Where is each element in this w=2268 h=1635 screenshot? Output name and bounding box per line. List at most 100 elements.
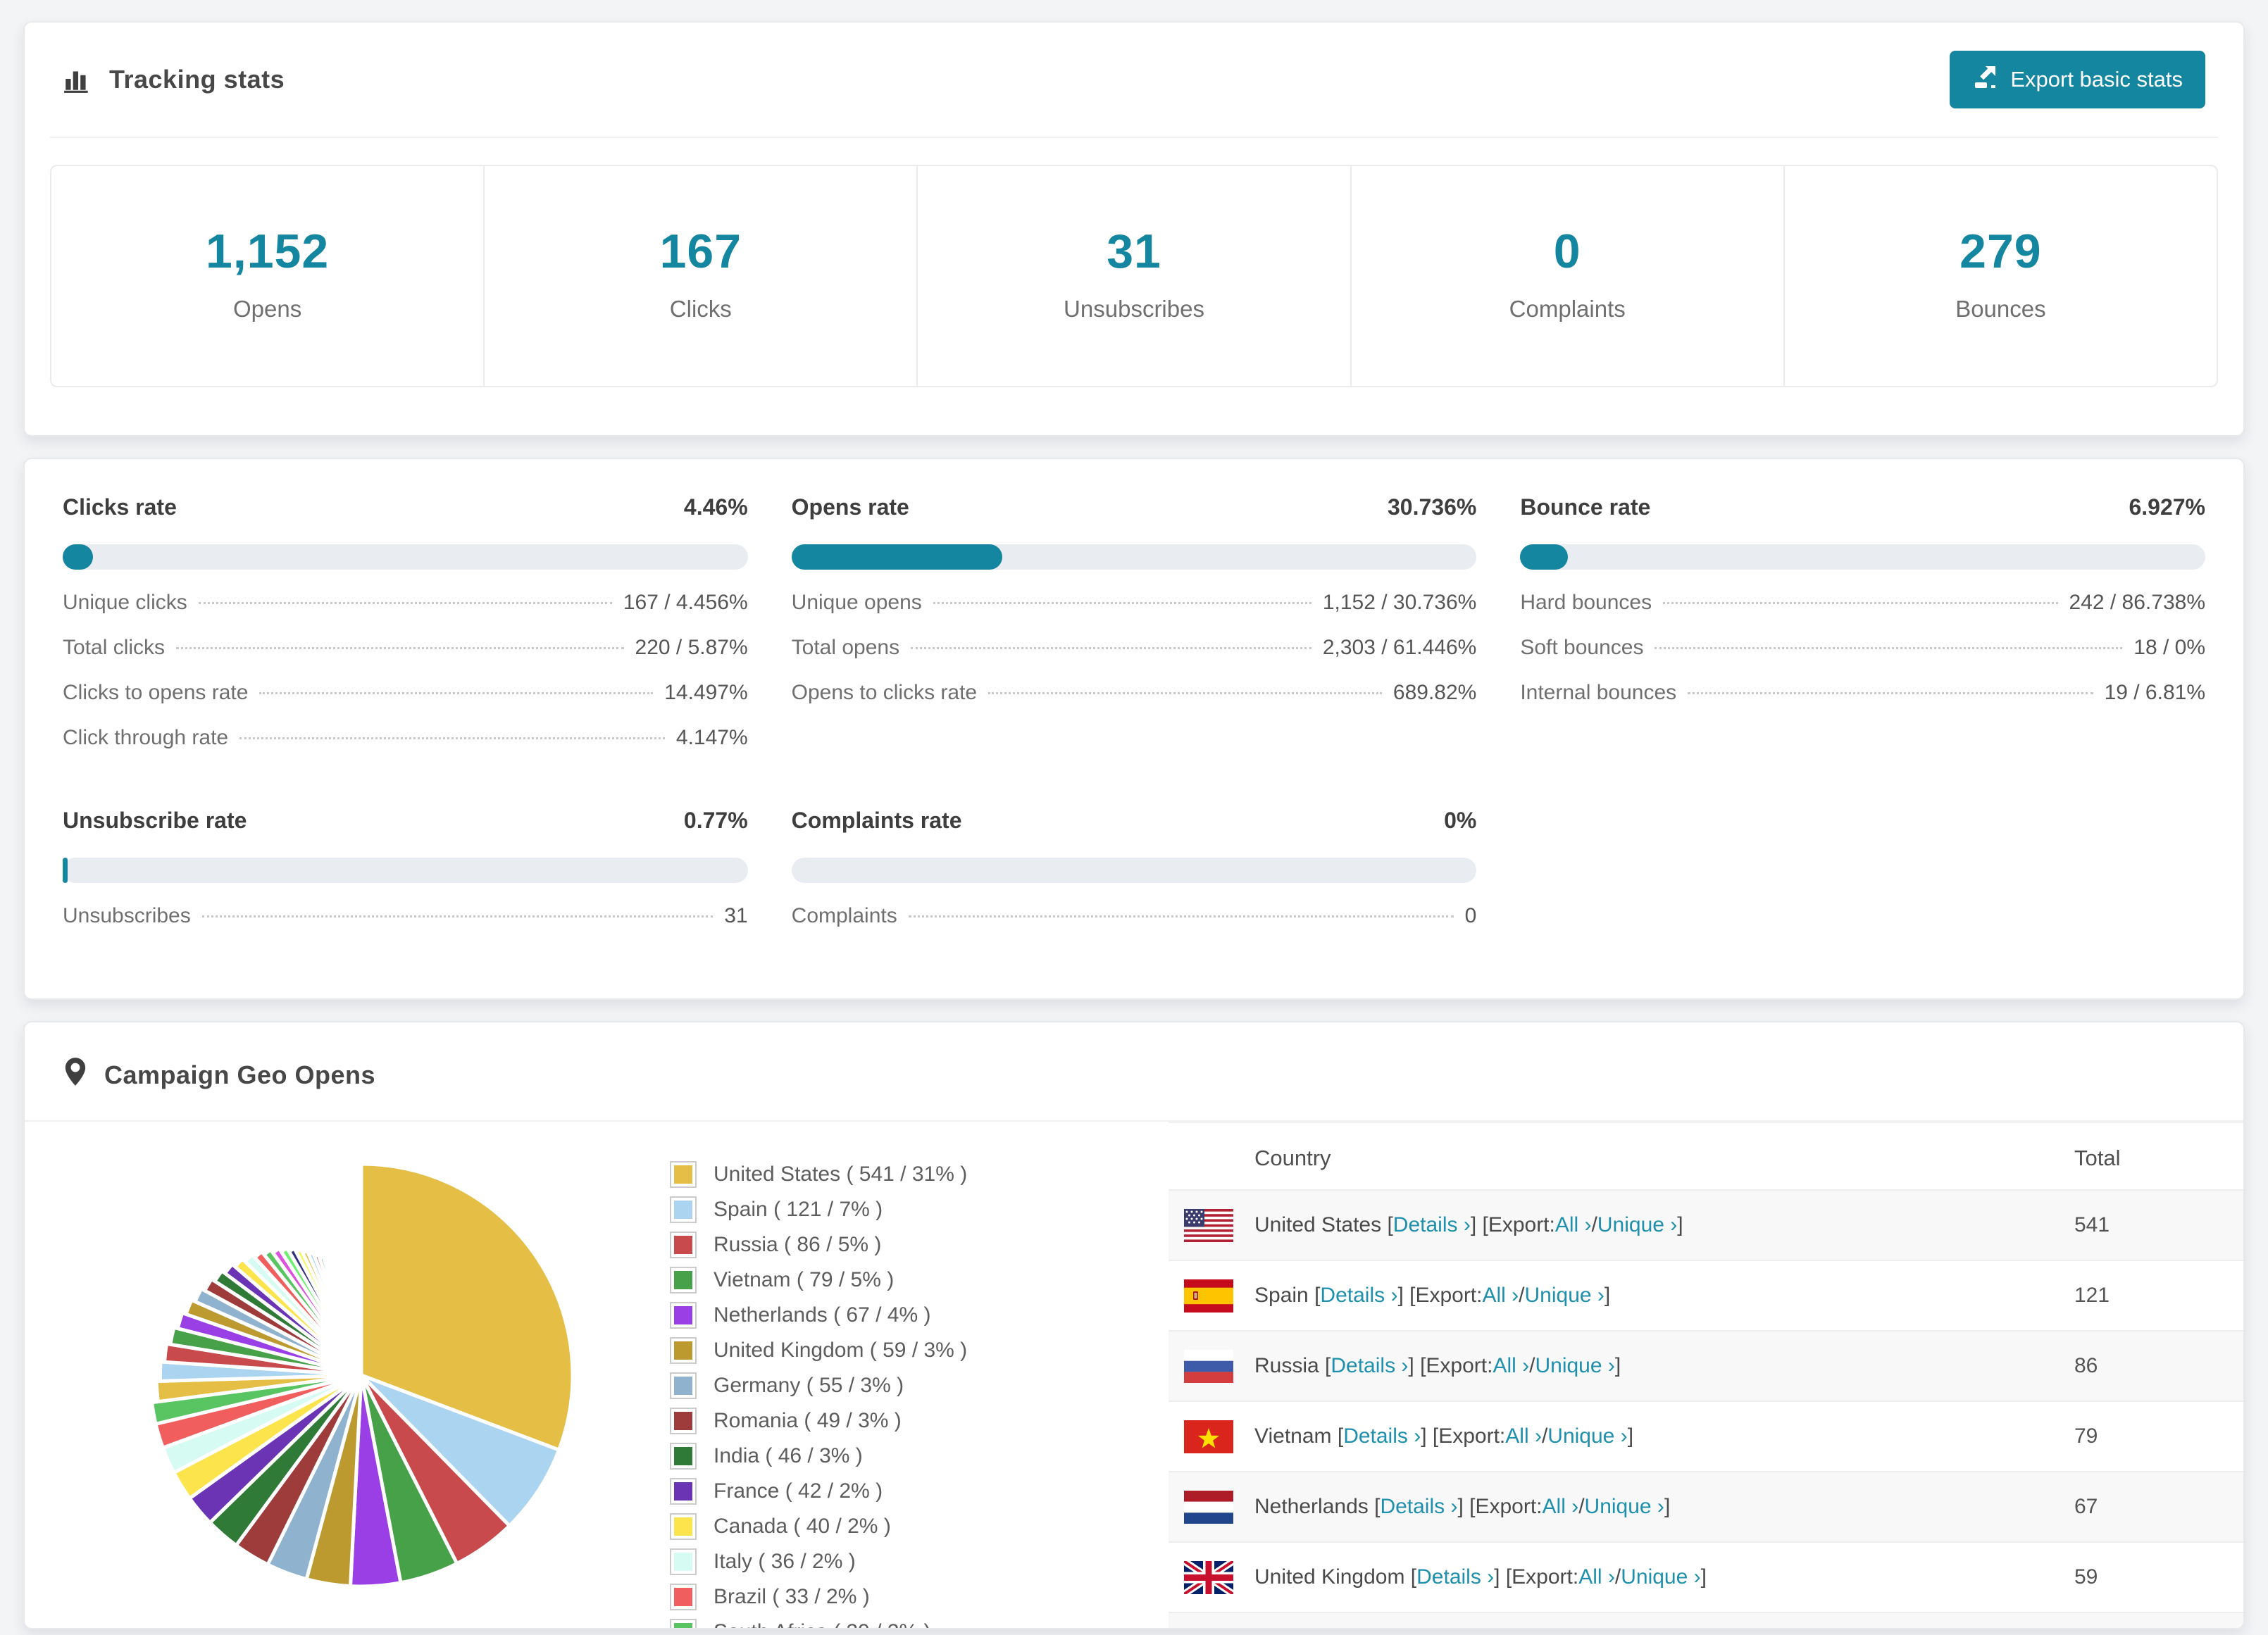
bar-chart-icon	[63, 65, 92, 94]
export-all-link[interactable]: All ›	[1555, 1213, 1592, 1237]
geo-row-total-cell: 79	[2074, 1424, 2243, 1448]
rate-block-opens-rate: Opens rate30.736% Unique opens1,152 / 30.…	[792, 494, 1477, 750]
legend-item-germany: Germany ( 55 / 3% )	[670, 1372, 1101, 1399]
details-link[interactable]: Details ›	[1343, 1424, 1421, 1448]
legend-item-vietnam: Vietnam ( 79 / 5% )	[670, 1267, 1101, 1293]
rate-row-value: 2,303 / 61.446%	[1323, 636, 1477, 660]
rate-rows: Unsubscribes31	[63, 904, 748, 928]
rate-row: Click through rate4.147%	[63, 726, 748, 750]
rate-block-clicks-rate: Clicks rate4.46% Unique clicks167 / 4.456…	[63, 494, 748, 750]
legend-item-india: India ( 46 / 3% )	[670, 1443, 1101, 1470]
tracking-stats-title: Tracking stats	[63, 65, 285, 94]
geo-row-country-cell: Vietnam [Details ›] [Export: All › / Uni…	[1169, 1420, 2074, 1453]
rate-block-head: Complaints rate0%	[792, 808, 1477, 834]
rate-row: Clicks to opens rate14.497%	[63, 681, 748, 705]
details-link[interactable]: Details ›	[1393, 1213, 1471, 1237]
vn-flag-icon	[1184, 1420, 1233, 1453]
legend-swatch	[670, 1443, 697, 1470]
export-all-link[interactable]: All ›	[1543, 1495, 1579, 1519]
rate-row: Unique opens1,152 / 30.736%	[792, 591, 1477, 615]
rate-row-label: Total clicks	[63, 636, 165, 660]
rate-progress-fill	[63, 544, 93, 570]
rate-row: Soft bounces18 / 0%	[1520, 636, 2205, 660]
legend-swatch	[670, 1372, 697, 1399]
geo-table-row-de: Germany [Details ›] [Export: All › / Uni…	[1169, 1612, 2243, 1629]
summary-stat-value: 167	[485, 224, 916, 279]
export-basic-stats-button[interactable]: Export basic stats	[1950, 51, 2205, 108]
legend-swatch	[670, 1548, 697, 1575]
details-link[interactable]: Details ›	[1416, 1565, 1494, 1589]
rate-progress-track	[1520, 544, 2205, 570]
rate-rows: Unique opens1,152 / 30.736%Total opens2,…	[792, 591, 1477, 705]
legend-label: Brazil ( 33 / 2% )	[714, 1585, 870, 1609]
legend-swatch	[670, 1196, 697, 1223]
summary-stat-value: 279	[1785, 224, 2217, 279]
rate-block-complaints-rate: Complaints rate0% Complaints0	[792, 808, 1477, 928]
rate-block-value: 0.77%	[684, 808, 748, 834]
tracking-stats-card: Tracking stats Export basic stats 1,152O…	[23, 21, 2245, 437]
legend-item-canada: Canada ( 40 / 2% )	[670, 1513, 1101, 1540]
rate-row-leader	[239, 737, 665, 739]
rate-block-value: 30.736%	[1388, 494, 1476, 520]
export-all-link[interactable]: All ›	[1505, 1424, 1542, 1448]
details-link[interactable]: Details ›	[1380, 1495, 1457, 1519]
rates-grid-bottom: Unsubscribe rate 0.77% Unsubscribes31 Compl…	[50, 808, 2218, 928]
summary-stat-clicks: 167Clicks	[483, 166, 916, 386]
rate-row-label: Opens to clicks rate	[792, 681, 977, 705]
export-icon	[1972, 64, 1998, 95]
rate-row-label: Click through rate	[63, 726, 228, 750]
geo-row-total-cell: 59	[2074, 1565, 2243, 1589]
geo-header: Campaign Geo Opens	[25, 1022, 2243, 1120]
details-link[interactable]: Details ›	[1331, 1354, 1408, 1378]
gb-flag-icon	[1184, 1561, 1233, 1594]
export-unique-link[interactable]: Unique ›	[1525, 1284, 1605, 1308]
tracking-stats-header: Tracking stats Export basic stats	[50, 23, 2218, 137]
rate-row-value: 31	[724, 904, 747, 928]
rate-block-title: Unsubscribe rate	[63, 808, 247, 834]
geo-row-country-cell: United States [Details ›] [Export: All ›…	[1169, 1209, 2074, 1242]
summary-stat-value: 1,152	[51, 224, 483, 279]
geo-table-row-es: Spain [Details ›] [Export: All › / Uniqu…	[1169, 1260, 2243, 1330]
summary-stat-complaints: 0Complaints	[1350, 166, 1783, 386]
rate-block-head: Opens rate30.736%	[792, 494, 1477, 520]
rate-row: Total clicks220 / 5.87%	[63, 636, 748, 660]
summary-stat-label: Unsubscribes	[918, 296, 1350, 322]
export-unique-link[interactable]: Unique ›	[1547, 1424, 1627, 1448]
rate-block-unsubscribe-rate: Unsubscribe rate 0.77% Unsubscribes31	[63, 808, 748, 928]
export-unique-link[interactable]: Unique ›	[1597, 1213, 1677, 1237]
rate-row-value: 19 / 6.81%	[2105, 681, 2205, 705]
rate-row-value: 0	[1465, 904, 1477, 928]
rate-row-label: Hard bounces	[1520, 591, 1652, 615]
rate-block-head: Clicks rate4.46%	[63, 494, 748, 520]
rate-block-head: Unsubscribe rate 0.77%	[63, 808, 748, 834]
legend-label: United States ( 541 / 31% )	[714, 1163, 967, 1186]
geo-row-country-cell: United Kingdom [Details ›] [Export: All …	[1169, 1561, 2074, 1594]
rate-row: Complaints0	[792, 904, 1477, 928]
rate-row-leader	[176, 647, 623, 649]
legend-label: South Africa ( 29 / 2% )	[714, 1620, 930, 1629]
rate-row-value: 167 / 4.456%	[623, 591, 748, 615]
export-button-label: Export basic stats	[2010, 67, 2183, 92]
rate-row: Internal bounces19 / 6.81%	[1520, 681, 2205, 705]
geo-row-country-cell: Spain [Details ›] [Export: All › / Uniqu…	[1169, 1279, 2074, 1313]
es-flag-icon	[1184, 1279, 1233, 1313]
export-all-link[interactable]: All ›	[1578, 1565, 1615, 1589]
rate-block-value: 4.46%	[684, 494, 748, 520]
details-link[interactable]: Details ›	[1320, 1284, 1397, 1308]
rates-card: Clicks rate4.46% Unique clicks167 / 4.456…	[23, 458, 2245, 1000]
rate-row-value: 1,152 / 30.736%	[1323, 591, 1477, 615]
rate-row-leader	[933, 602, 1311, 604]
export-unique-link[interactable]: Unique ›	[1621, 1565, 1700, 1589]
geo-table-row-nl: Netherlands [Details ›] [Export: All › /…	[1169, 1471, 2243, 1541]
legend-swatch	[670, 1513, 697, 1540]
export-all-link[interactable]: All ›	[1482, 1284, 1519, 1308]
rate-row-value: 14.497%	[664, 681, 747, 705]
rate-row: Unique clicks167 / 4.456%	[63, 591, 748, 615]
rate-row-leader	[911, 647, 1311, 649]
summary-stats-box: 1,152Opens167Clicks31Unsubscribes0Compla…	[50, 165, 2218, 387]
legend-item-russia: Russia ( 86 / 5% )	[670, 1232, 1101, 1258]
export-unique-link[interactable]: Unique ›	[1535, 1354, 1614, 1378]
legend-item-netherlands: Netherlands ( 67 / 4% )	[670, 1302, 1101, 1329]
export-all-link[interactable]: All ›	[1493, 1354, 1529, 1378]
export-unique-link[interactable]: Unique ›	[1585, 1495, 1664, 1519]
